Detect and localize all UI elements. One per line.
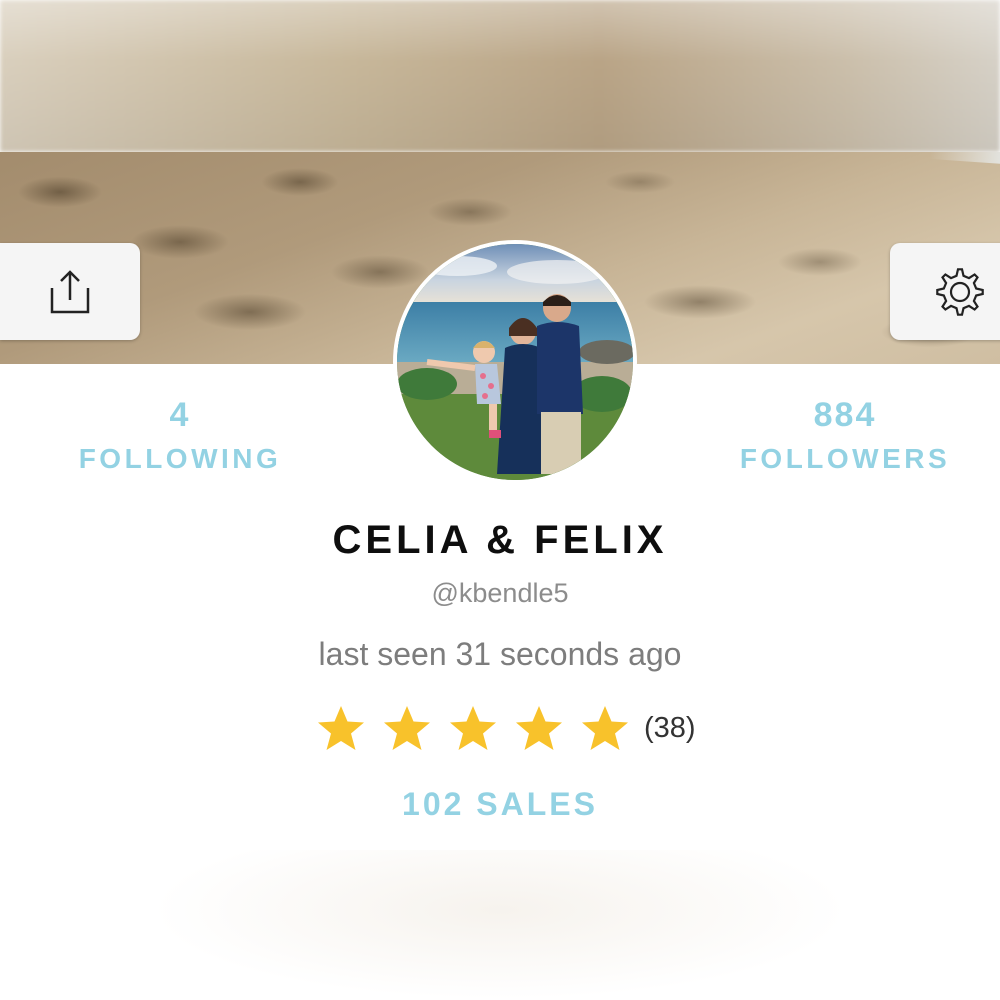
star-icon: [318, 706, 364, 750]
sales-count[interactable]: 102 SALES: [0, 786, 1000, 823]
followers-label: FOLLOWERS: [739, 443, 951, 474]
display-name: CELIA & FELIX: [332, 518, 668, 562]
last-seen-status: last seen 31 seconds ago: [318, 636, 682, 672]
star-icon: [516, 706, 562, 750]
rating[interactable]: (38): [316, 703, 696, 753]
followers-count: 884: [813, 396, 877, 434]
star-icon: [384, 706, 430, 750]
username-handle: @kbendle5: [431, 578, 569, 608]
share-icon: [50, 269, 90, 313]
star-icon: [582, 706, 628, 750]
profile-avatar[interactable]: [393, 240, 637, 484]
following-count: 4: [169, 396, 191, 434]
following-stat[interactable]: 4 FOLLOWING: [60, 396, 300, 475]
share-button[interactable]: [0, 243, 140, 340]
settings-button[interactable]: [890, 243, 1000, 340]
followers-stat[interactable]: 884 FOLLOWERS: [720, 396, 970, 475]
bottom-shadow: [150, 850, 850, 1000]
gear-icon: [936, 267, 984, 316]
rating-count: (38): [644, 711, 696, 744]
following-label: FOLLOWING: [78, 443, 282, 474]
star-icon: [450, 706, 496, 750]
blurred-background: [0, 0, 1000, 152]
cover-shoreline: [929, 152, 1000, 166]
avatar-photo: [397, 244, 633, 480]
